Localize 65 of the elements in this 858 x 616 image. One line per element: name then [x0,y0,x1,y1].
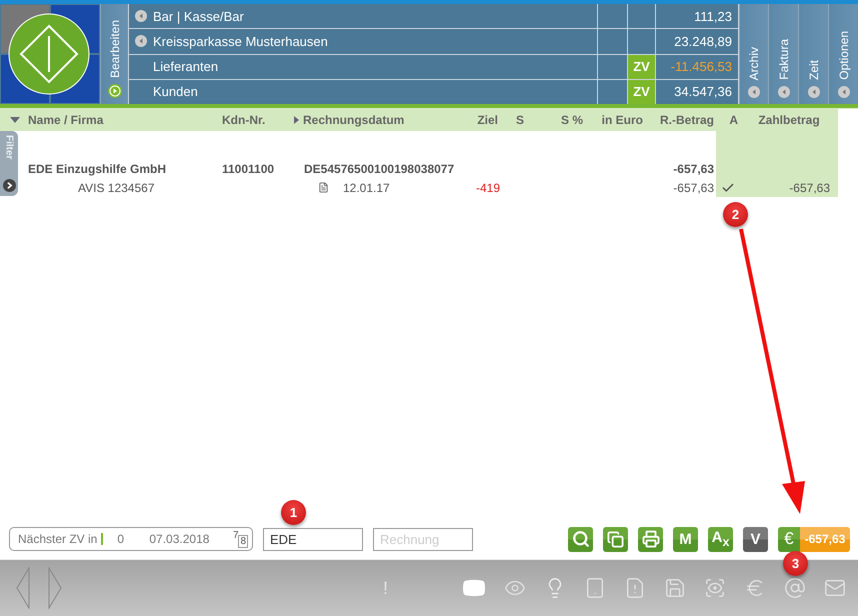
name-cell: AVIS 1234567 [78,180,155,194]
column-header[interactable]: R.-Betrag [645,109,716,131]
account-label[interactable]: Lieferanten [135,59,218,74]
payment-amount: -657,63 [789,180,830,194]
indicator-bar [101,533,104,545]
step-marker: 1 [281,500,306,525]
text-button[interactable]: A$_{x}$ [708,526,733,552]
zv-badge[interactable]: ZV [628,80,656,104]
account-row[interactable]: Kreissparkasse Musterhausen 23.248,89 [128,29,739,54]
column-header[interactable]: A [716,109,740,131]
account-amount: 34.547,36 [674,84,732,100]
next-collection-label: Nächster ZV in [18,532,98,546]
search-button[interactable] [568,526,593,552]
zv-badge[interactable]: ZV [628,54,656,79]
column-header[interactable]: S [500,109,540,131]
account-amount: 23.248,89 [674,34,732,49]
at-icon[interactable] [784,577,806,599]
collapse-icon[interactable] [838,86,850,98]
invoice-amount: -657,63 [673,180,714,194]
column-header[interactable]: Kdn-Nr. [222,109,300,131]
copy-button[interactable] [603,526,628,552]
collapse-icon[interactable] [778,86,790,98]
invoice-cell: 12.01.17 [343,180,390,194]
collection-count: 0 [117,532,126,546]
print-button[interactable] [638,526,663,552]
sort-caret-icon[interactable] [10,117,20,123]
document-icon[interactable] [318,182,329,193]
column-header[interactable]: Name / Firma [28,109,222,131]
invoice-cell: DE54576500100198038077 [304,162,454,176]
customer-number: 11001100 [222,162,274,176]
invoice-amount: -657,63 [673,162,714,176]
column-header[interactable]: S % [540,109,585,131]
previous-icon[interactable] [16,567,30,609]
check-icon[interactable] [721,180,735,194]
account-label[interactable]: Kunden [135,84,198,100]
pay-button[interactable]: € -657,63 [778,526,850,552]
search-field[interactable]: EDE [263,528,363,550]
column-header[interactable]: Zahlbetrag [740,109,838,131]
logo-icon[interactable] [0,4,100,104]
collection-date: 07.03.2018 [149,532,210,546]
column-header[interactable]: Ziel [460,109,500,131]
tablet-icon[interactable] [584,577,606,599]
account-amount: 111,23 [694,8,732,24]
account-row[interactable]: Lieferanten ZV -11.456,53 [128,54,739,80]
step-marker: 2 [723,202,748,227]
eye-icon[interactable] [704,577,726,599]
account-label[interactable]: Kreissparkasse Musterhausen [153,34,328,49]
mail-icon[interactable] [824,577,846,599]
side-tab[interactable]: Archiv [747,46,761,80]
column-header[interactable]: in Euro [585,109,645,131]
account-label[interactable]: Bar | Kasse/Bar [153,8,244,24]
due-days: -419 [476,180,500,194]
collapse-icon[interactable] [748,86,760,98]
side-tab[interactable]: Faktura [776,39,790,80]
account-row[interactable]: Bar | Kasse/Bar 111,23 [128,4,739,30]
play-icon[interactable] [108,84,122,98]
save-icon[interactable] [664,577,686,599]
side-tab[interactable]: Zeit [806,60,820,80]
next-icon[interactable] [48,567,62,609]
name-cell: EDE Einzugshilfe GmbH [28,162,166,176]
expand-icon[interactable] [2,179,16,192]
collapse-icon[interactable] [808,86,820,98]
account-amount: -11.456,53 [670,59,732,74]
document-warning-icon[interactable] [624,577,646,599]
text-button[interactable]: M [673,526,698,552]
